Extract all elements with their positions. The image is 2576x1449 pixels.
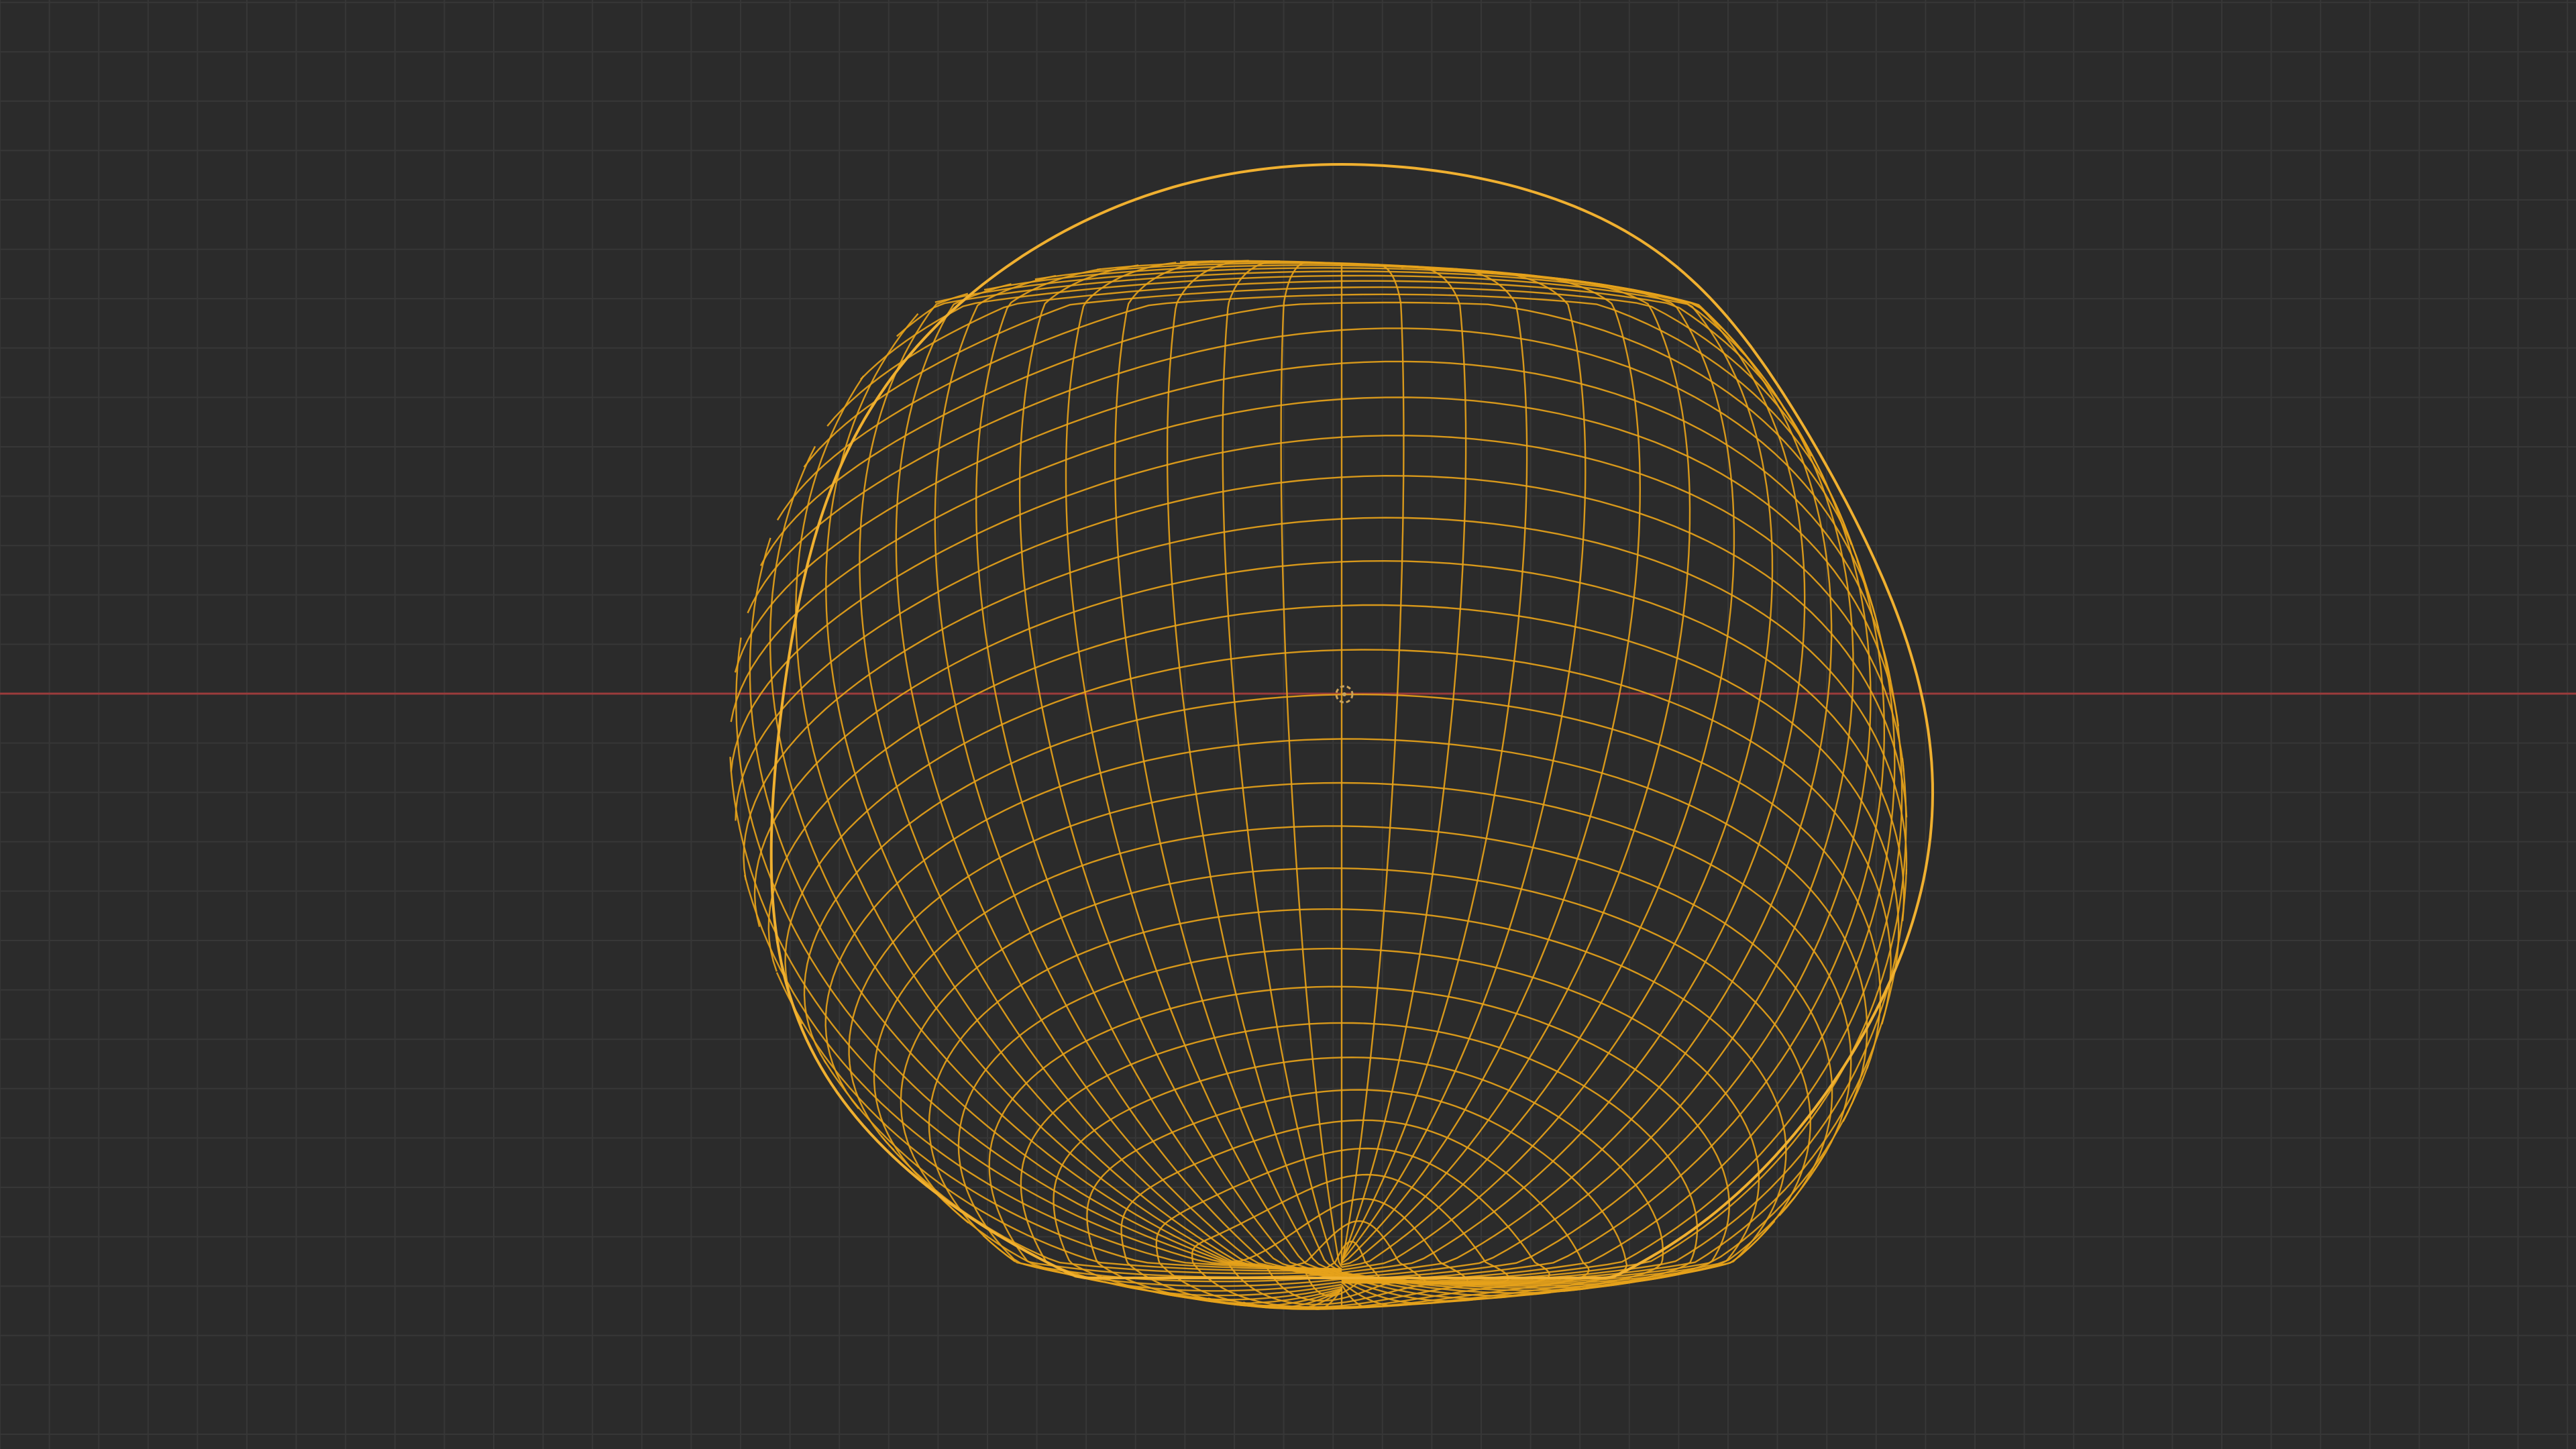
mesh-edge-meridian — [1222, 260, 1342, 1271]
mesh-edge-ring — [784, 649, 1342, 1024]
mesh-edge-meridian — [1341, 302, 1833, 1277]
mesh-edge-meridian — [1340, 264, 1405, 1264]
mesh-edge-ring — [1341, 293, 1852, 545]
mesh-edge-ring — [873, 825, 1342, 1189]
mesh-edge-ring — [735, 476, 1342, 821]
mesh-edge-ring — [1341, 693, 1882, 1069]
mesh-edge-ring — [803, 286, 1342, 468]
mesh-edge-meridian — [1340, 268, 1528, 1261]
mesh-edge-meridian — [1065, 262, 1342, 1277]
mesh-edge-ring — [1341, 301, 1867, 586]
mesh-edge-ring — [824, 738, 1342, 1110]
origin-dot — [1342, 692, 1346, 696]
mesh-edge-meridian — [1166, 260, 1342, 1273]
mesh-edge-ring — [860, 274, 1342, 380]
mesh-edge-ring — [747, 329, 1342, 614]
mesh-edge-meridian — [825, 313, 1342, 1278]
mesh-edge-ring — [1341, 782, 1852, 1171]
mesh-edge-meridian — [743, 875, 1342, 1270]
mesh-edge-meridian — [769, 445, 1342, 1275]
mesh-silhouette — [769, 162, 1935, 1279]
3d-viewport[interactable] — [0, 0, 2576, 1449]
mesh-edge-meridian — [1114, 260, 1342, 1275]
viewport-canvas[interactable] — [0, 0, 2576, 1449]
mesh-edge-ring — [1341, 649, 1892, 1025]
mesh-edge-meridian — [1341, 1065, 1870, 1284]
mesh-edge-meridian — [729, 757, 1342, 1271]
mesh-edge-ring — [1342, 270, 1756, 368]
mesh-edge-meridian — [975, 268, 1342, 1280]
mesh-edge-meridian — [1341, 279, 1735, 1269]
mesh-edge-ring — [1341, 360, 1892, 682]
mesh-edge-ring — [759, 302, 1342, 566]
mesh-edge-ring — [1341, 559, 1905, 922]
mesh-edge-ring — [1341, 517, 1908, 875]
mesh-edge-ring — [1341, 327, 1880, 629]
mesh-edge-meridian — [1341, 757, 1907, 1284]
mesh-edge-meridian — [1341, 406, 1872, 1281]
mesh-edge-ring — [1341, 908, 1787, 1273]
mesh-edge-ring — [1341, 286, 1832, 495]
